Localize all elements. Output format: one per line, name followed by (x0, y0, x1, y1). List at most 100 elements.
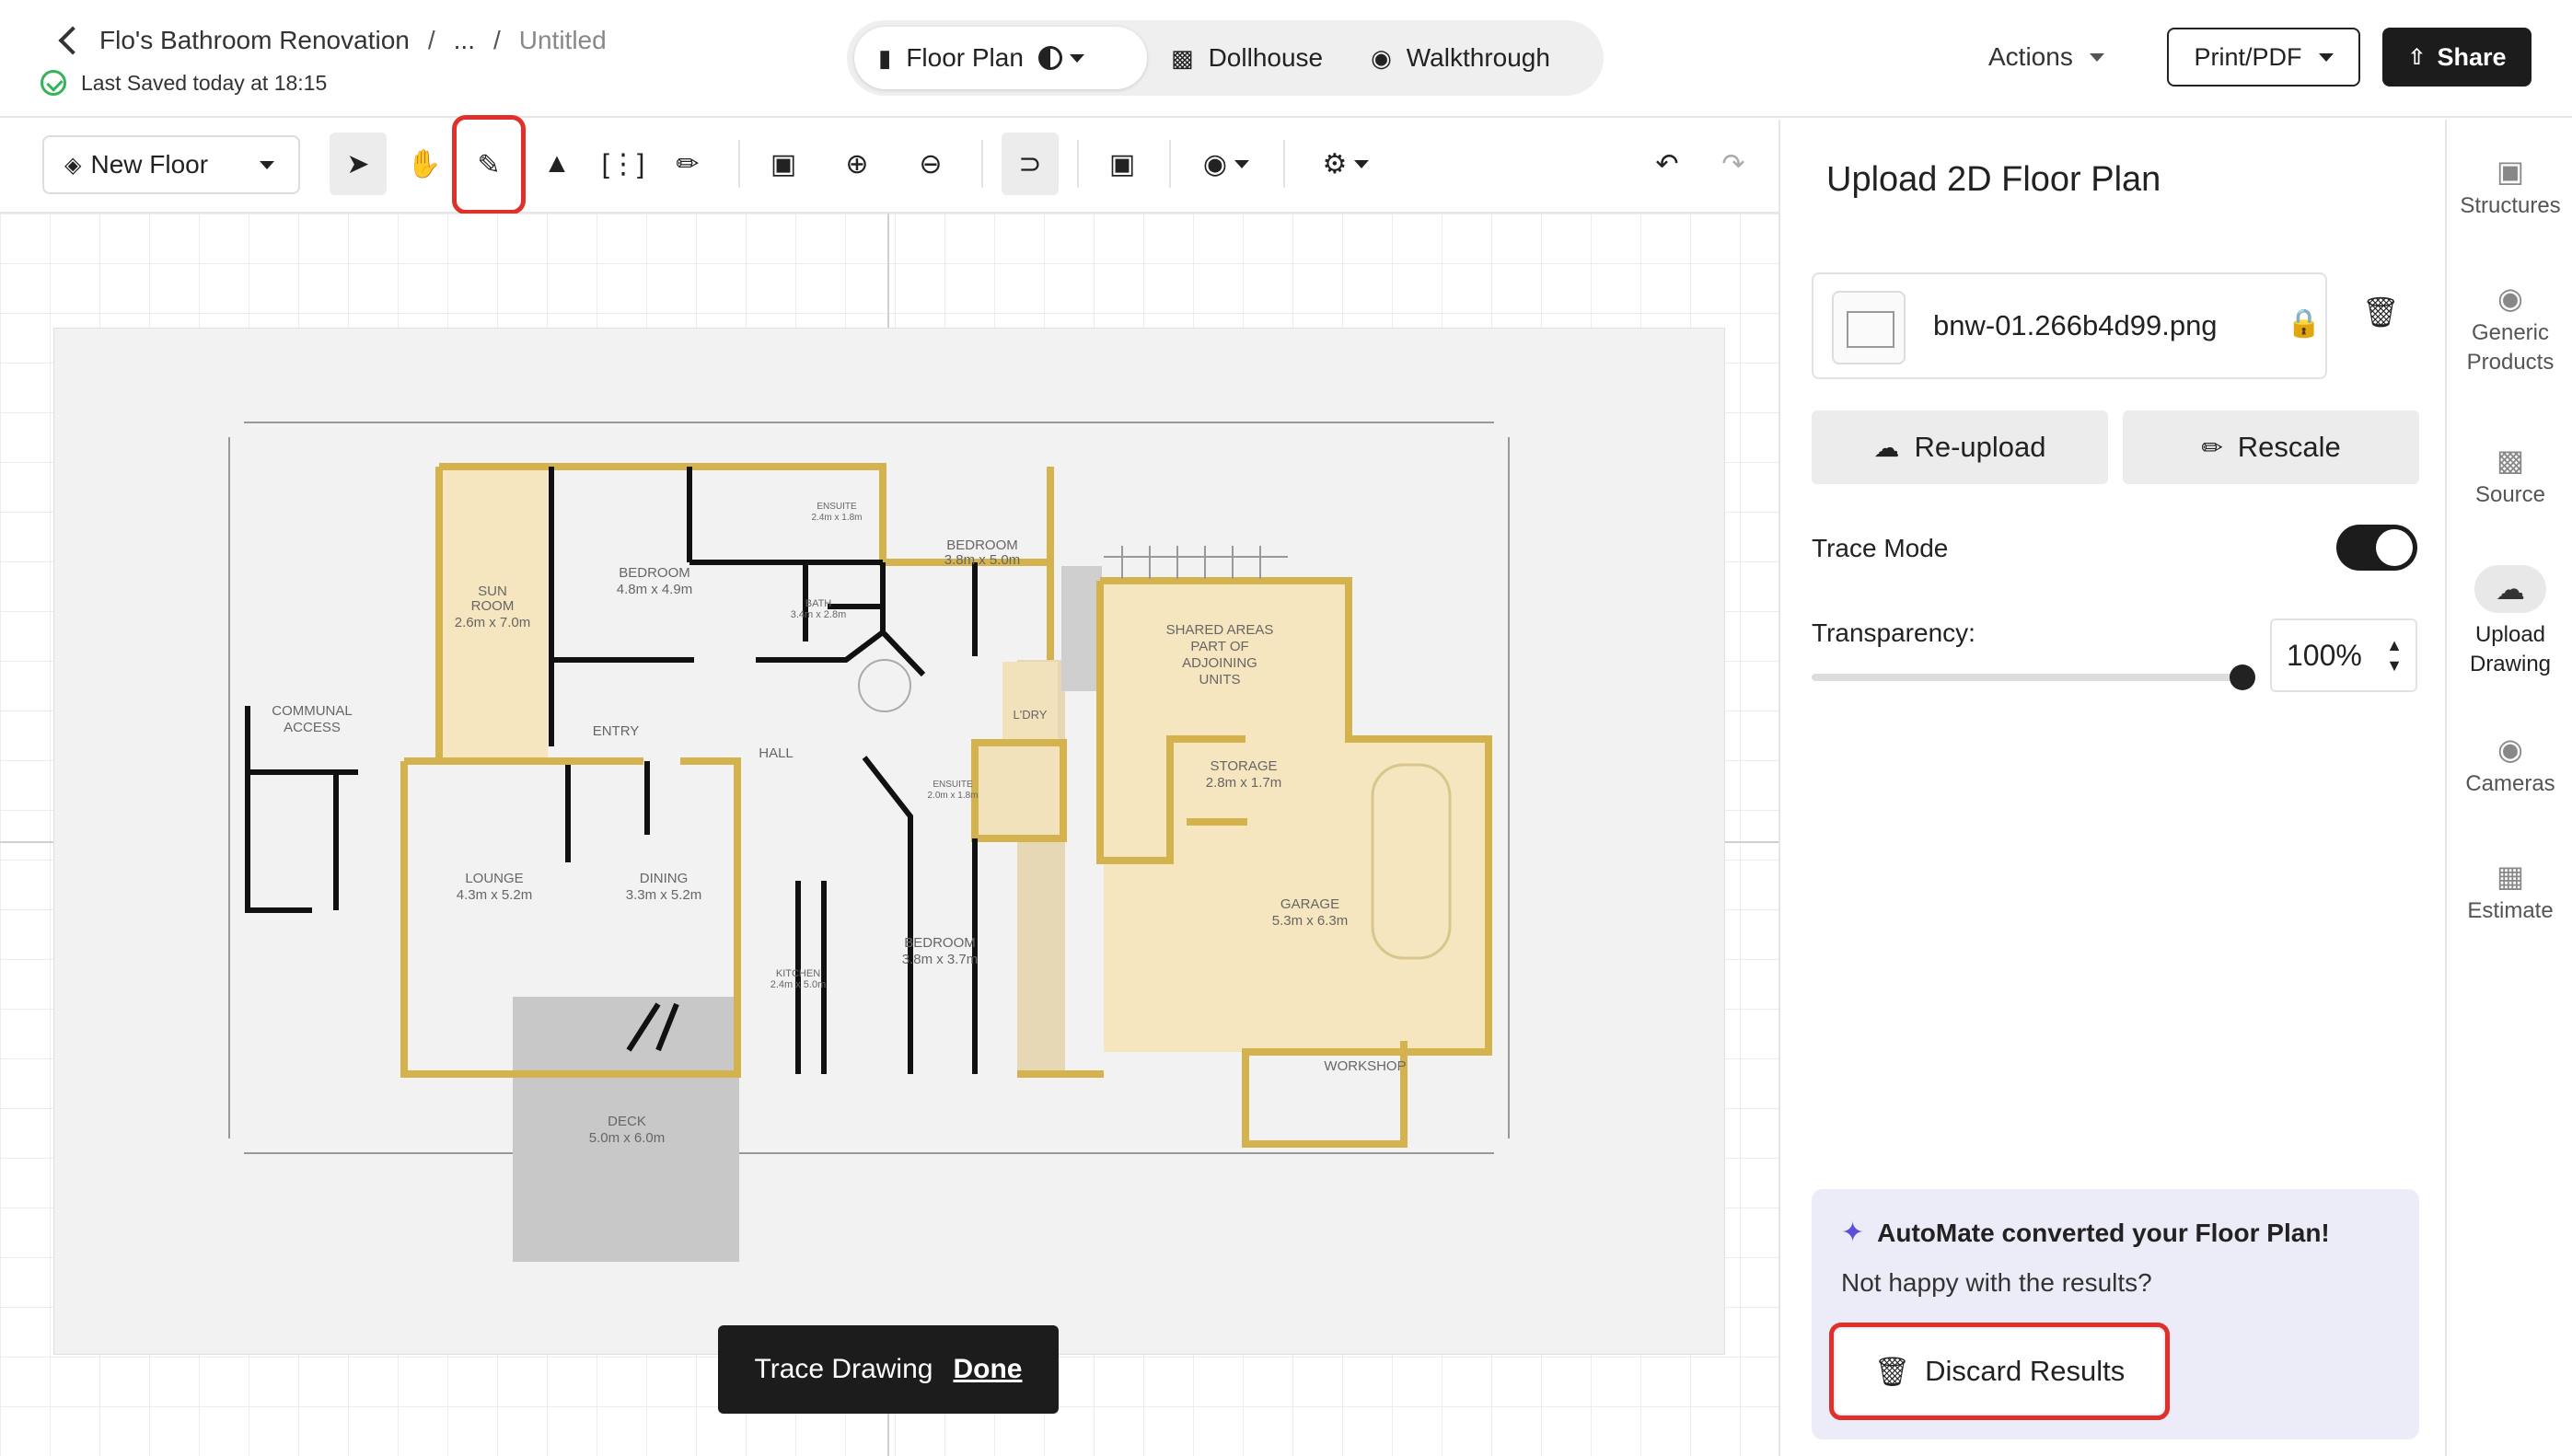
select-tool-icon[interactable]: ➤ (330, 133, 387, 195)
back-chevron-icon[interactable] (58, 26, 87, 55)
camera-icon: ◉ (2497, 733, 2523, 766)
room-label: KITCHEN (776, 968, 820, 979)
rail-item-generic-products[interactable]: ◉ Generic Products (2447, 283, 2572, 377)
ruler-icon: ✏ (2201, 433, 2223, 462)
transparency-slider[interactable] (1812, 664, 2255, 690)
area-tool-icon[interactable]: [⋮] (595, 133, 652, 195)
tab-floor-plan[interactable]: ▮ Floor Plan (854, 27, 1147, 89)
rail-item-upload-drawing[interactable]: ☁ Upload Drawing (2447, 565, 2572, 679)
room-size: 2.4m x 5.0m (770, 979, 827, 990)
reupload-button[interactable]: ☁ Re-upload (1812, 410, 2108, 484)
stepper-arrows-icon[interactable]: ▲ ▼ (2386, 635, 2403, 676)
automate-title-text: AutoMate converted your Floor Plan! (1877, 1218, 2330, 1247)
rail-label: Drawing (2469, 652, 2552, 676)
zoom-out-icon[interactable]: ⊖ (902, 133, 959, 195)
room-label: DECK (608, 1114, 646, 1129)
delete-file-trash-icon[interactable]: 🗑 (2362, 295, 2400, 329)
rail-item-cameras[interactable]: ◉ Cameras (2447, 734, 2572, 799)
room-size: 2.0m x 1.8m (927, 791, 978, 801)
view-mode-tabs: ▮ Floor Plan ▩ Dollhouse ◉ Walkthrough (847, 20, 1604, 96)
uploaded-file-card: bnw-01.266b4d99.png 🔒 (1812, 272, 2327, 379)
drawing-canvas[interactable]: BEDROOM 4.8m x 4.9m SUN ROOM 2.6m x 7.0m… (0, 214, 1778, 1456)
wall (756, 630, 885, 663)
contrast-toggle-icon[interactable] (1037, 46, 1062, 70)
camera-icon[interactable]: ◉ (1188, 133, 1265, 195)
discard-results-button[interactable]: 🗑 Discard Results (1829, 1323, 2170, 1420)
chevron-down-icon (2089, 52, 2104, 62)
room-size: 5.3m x 6.3m (1272, 913, 1349, 929)
room-size: 2.4m x 1.8m (811, 513, 862, 523)
breadcrumb-separator: / (427, 26, 435, 54)
transparency-slider-knob[interactable] (2230, 664, 2255, 690)
tab-walkthrough[interactable]: ◉ Walkthrough (1347, 27, 1574, 89)
trace-drawing-label: Trace Drawing (754, 1354, 933, 1384)
transparency-input[interactable]: 100% ▲ ▼ (2270, 618, 2417, 692)
redo-icon[interactable]: ↷ (1705, 133, 1762, 195)
trace-done-link[interactable]: Done (953, 1354, 1022, 1385)
room-label: LOUNGE (465, 871, 523, 886)
rail-label: Upload (2474, 622, 2546, 647)
ruler-icon[interactable]: ✏ (659, 133, 716, 195)
breadcrumb-page[interactable]: Untitled (519, 26, 607, 55)
room-label: GARAGE (1280, 896, 1339, 912)
room-label: PART OF (1190, 639, 1248, 654)
room-label: ADJOINING (1182, 655, 1257, 671)
floor-plan-icon: ▮ (878, 43, 892, 72)
actions-label: Actions (1988, 42, 2073, 71)
chevron-down-icon[interactable] (1069, 53, 1084, 63)
stair-fill (1061, 566, 1102, 691)
zoom-in-icon[interactable]: ⊕ (828, 133, 886, 195)
rail-item-estimate[interactable]: ▦ Estimate (2447, 861, 2572, 926)
rail-label: Products (2466, 350, 2555, 375)
products-icon: ◉ (2497, 282, 2523, 315)
toolbar-divider (1169, 140, 1171, 188)
room-size: 3.3m x 5.2m (626, 887, 702, 903)
rescale-button[interactable]: ✏ Rescale (2123, 410, 2419, 484)
toolbar-divider (1077, 140, 1079, 188)
trash-icon: 🗑 (1873, 1355, 1911, 1388)
print-pdf-button[interactable]: Print/PDF (2167, 28, 2360, 87)
rescale-label: Rescale (2237, 431, 2341, 463)
wall (565, 761, 650, 862)
undo-icon[interactable]: ↶ (1639, 133, 1696, 195)
floor-selector[interactable]: ◈ New Floor (42, 135, 300, 194)
tab-dollhouse[interactable]: ▩ Dollhouse (1147, 27, 1347, 89)
uploaded-floor-plan-image[interactable]: BEDROOM 4.8m x 4.9m SUN ROOM 2.6m x 7.0m… (53, 328, 1725, 1355)
structures-icon: ▣ (2496, 155, 2525, 188)
snap-magnet-icon[interactable]: ⊃ (1002, 133, 1059, 195)
actions-menu[interactable]: Actions (1988, 42, 2104, 72)
floor-plan-drawing: BEDROOM 4.8m x 4.9m SUN ROOM 2.6m x 7.0m… (228, 422, 1510, 1262)
room-label: ENSUITE (817, 502, 857, 512)
room-label: UNITS (1199, 672, 1241, 688)
chevron-down-icon (2318, 52, 2334, 62)
room-label: ROOM (471, 598, 515, 614)
transparency-label: Transparency: (1812, 618, 1975, 647)
room-label: BEDROOM (904, 935, 976, 951)
rail-item-source[interactable]: ▩ Source (2447, 445, 2572, 510)
automate-subtitle: Not happy with the results? (1841, 1268, 2152, 1297)
wall (549, 467, 694, 746)
comment-icon[interactable]: ▣ (1094, 133, 1151, 195)
trace-wall-tool-icon[interactable]: ✎ (452, 115, 526, 214)
breadcrumb-ellipsis[interactable]: ... (454, 26, 475, 55)
pan-hand-icon[interactable]: ✋ (396, 133, 453, 195)
room-size: 4.3m x 5.2m (457, 887, 533, 903)
fill-tool-icon[interactable]: ▲ (528, 133, 585, 195)
spiral-stair (858, 659, 911, 712)
room-fill (975, 743, 1063, 838)
room-label: COMMUNAL (272, 703, 353, 719)
rail-label: Estimate (2467, 898, 2554, 923)
tab-label: Dollhouse (1208, 43, 1324, 72)
editor-toolbar: ◈ New Floor ➤ ✋ ✎ ▲ [⋮] ✏ ▣ ⊕ ⊖ ⊃ ▣ ◉ ⚙ … (0, 115, 1778, 214)
share-button[interactable]: ⇧ Share (2382, 28, 2531, 87)
source-icon: ▩ (2496, 444, 2525, 477)
breadcrumb-project[interactable]: Flo's Bathroom Renovation (99, 26, 410, 55)
toolbar-divider (1283, 140, 1285, 188)
room-label: SHARED AREAS (1166, 622, 1274, 638)
gear-icon[interactable]: ⚙ (1307, 133, 1384, 195)
trace-mode-toggle[interactable] (2336, 525, 2417, 571)
zoom-fit-icon[interactable]: ▣ (755, 133, 812, 195)
rail-item-structures[interactable]: ▣ Structures (2447, 156, 2572, 221)
lock-icon[interactable]: 🔒 (2287, 307, 2321, 340)
room-size: 3.4m x 2.8m (791, 609, 847, 620)
